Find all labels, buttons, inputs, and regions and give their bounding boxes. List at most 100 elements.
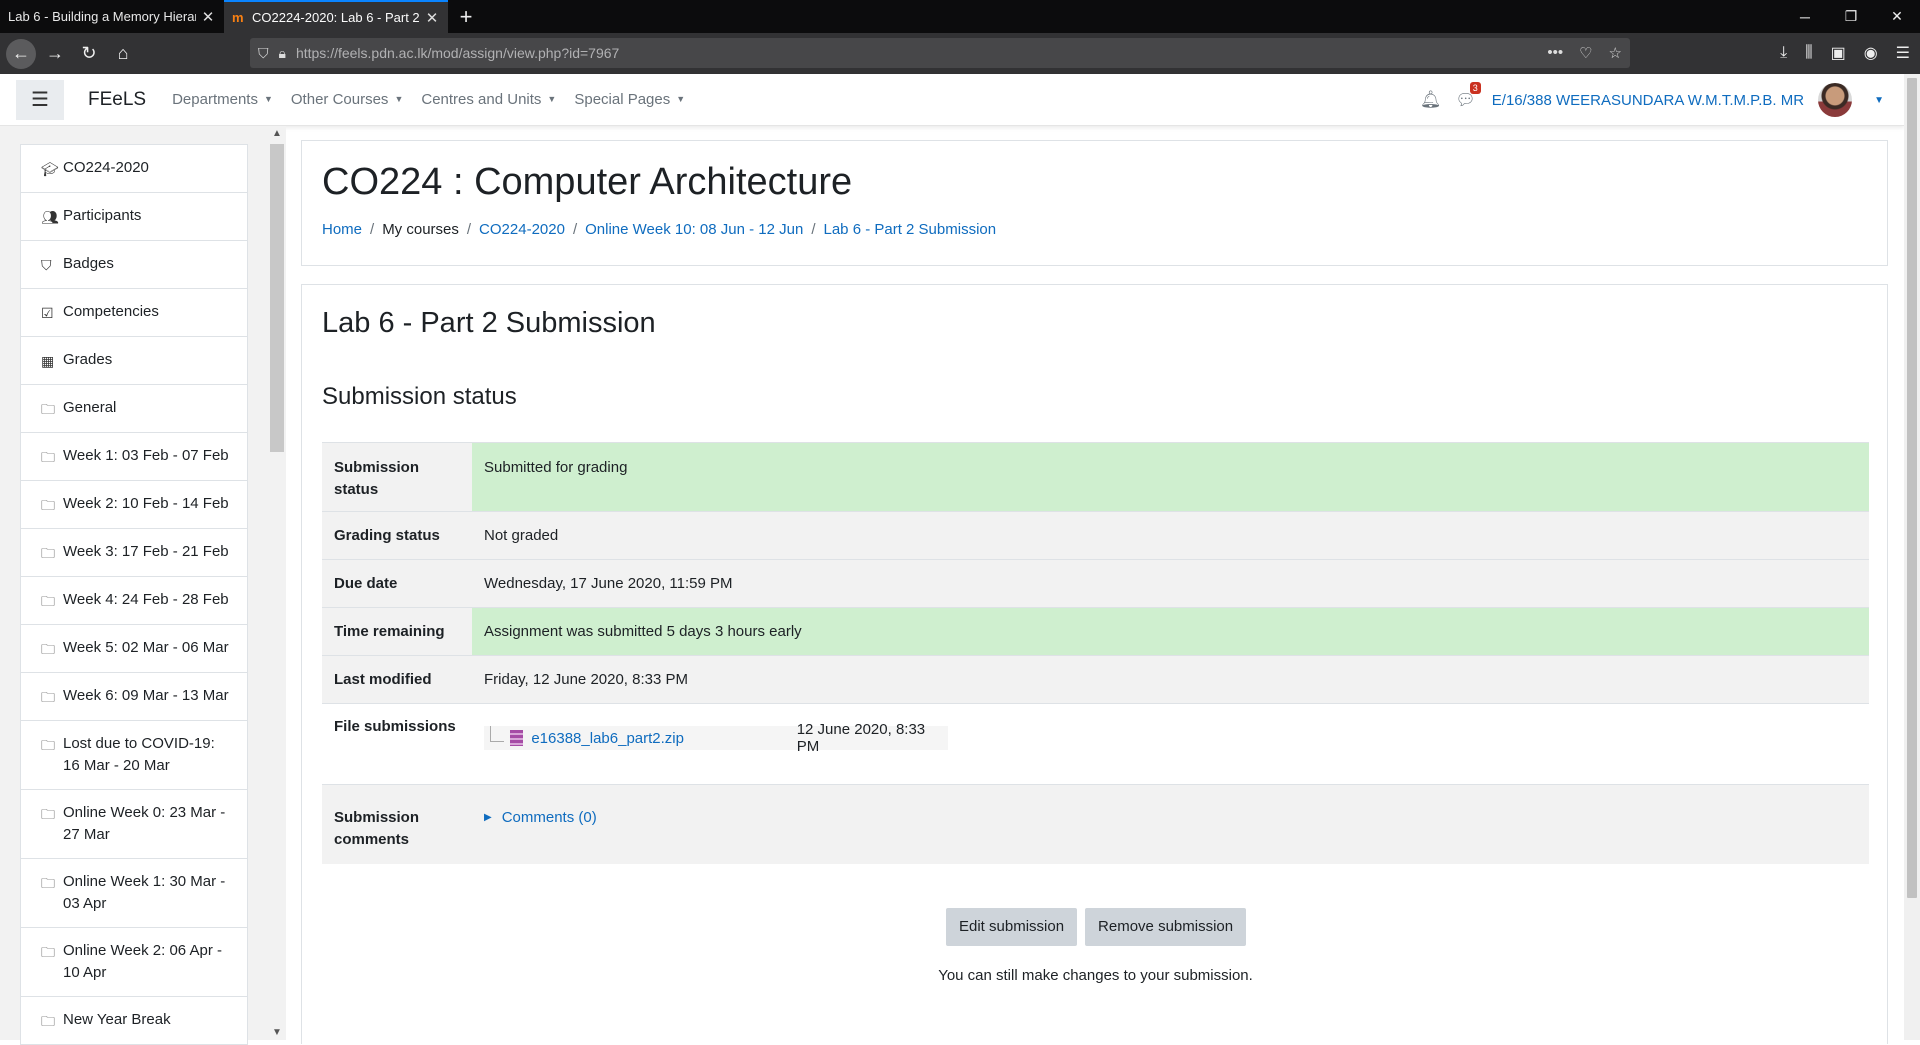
nav-item-label: Online Week 2: 06 Apr - 10 Apr bbox=[63, 942, 222, 981]
address-bar[interactable]: ⛉ 🔒︎ https://feels.pdn.ac.lk/mod/assign/… bbox=[250, 38, 1630, 68]
more-actions-icon[interactable]: ••• bbox=[1547, 44, 1563, 62]
site-brand[interactable]: FEeLS bbox=[88, 89, 146, 111]
pocket-icon[interactable]: ♡ bbox=[1579, 44, 1592, 62]
nav-item-badges[interactable]: ⛉ Badges bbox=[20, 241, 248, 289]
assignment-card: Lab 6 - Part 2 Submission Submission sta… bbox=[301, 284, 1888, 1044]
nav-item-section[interactable]: 🗀 Week 6: 09 Mar - 13 Mar bbox=[20, 673, 248, 721]
nav-item-section[interactable]: 🗀 Week 2: 10 Feb - 14 Feb bbox=[20, 481, 248, 529]
nav-item-label: Week 4: 24 Feb - 28 Feb bbox=[63, 591, 229, 608]
comments-toggle[interactable]: ▶ Comments (0) bbox=[484, 807, 1857, 829]
nav-item-section[interactable]: 🗀 General bbox=[20, 385, 248, 433]
account-icon[interactable]: ◉ bbox=[1864, 43, 1878, 63]
nav-item-section[interactable]: 🗀 Online Week 0: 23 Mar - 27 Mar bbox=[20, 790, 248, 859]
scroll-down-arrow-icon[interactable]: ▼ bbox=[272, 1027, 282, 1038]
app-menu-icon[interactable]: ☰ bbox=[1896, 43, 1910, 63]
back-arrow-icon[interactable]: ← bbox=[6, 38, 36, 69]
browser-tab-1[interactable]: Lab 6 - Building a Memory Hierarchy ✕ bbox=[0, 0, 224, 33]
breadcrumb-week[interactable]: Online Week 10: 08 Jun - 12 Jun bbox=[585, 221, 803, 238]
archive-file-icon bbox=[509, 730, 524, 746]
folder-icon: 🗀 bbox=[41, 1013, 55, 1029]
nav-item-section[interactable]: 🗀 Week 3: 17 Feb - 21 Feb bbox=[20, 529, 248, 577]
new-tab-button[interactable]: + bbox=[448, 0, 484, 33]
breadcrumb-course[interactable]: CO224-2020 bbox=[479, 221, 565, 238]
submission-status-heading: Submission status bbox=[322, 383, 517, 410]
nav-item-label: Week 2: 10 Feb - 14 Feb bbox=[63, 495, 229, 512]
breadcrumb-home[interactable]: Home bbox=[322, 221, 362, 238]
breadcrumb-separator: / bbox=[811, 221, 816, 238]
maximize-icon[interactable]: ❐ bbox=[1828, 8, 1874, 25]
file-date: 12 June 2020, 8:33 PM bbox=[796, 721, 926, 755]
breadcrumb-assignment[interactable]: Lab 6 - Part 2 Submission bbox=[824, 221, 997, 238]
nav-item-label: Participants bbox=[63, 207, 142, 224]
course-nav-list: 🎓︎ CO224-2020 👥︎ Participants ⛉ Badges ☑ Com… bbox=[20, 144, 248, 1045]
browser-tab-2[interactable]: m CO2224-2020: Lab 6 - Part 2 Submission… bbox=[224, 0, 448, 33]
menu-special-pages[interactable]: Special Pages ▼ bbox=[574, 91, 685, 108]
nav-item-label: Grades bbox=[63, 351, 113, 368]
scroll-up-arrow-icon[interactable]: ▲ bbox=[272, 128, 282, 139]
nav-item-label: CO224-2020 bbox=[63, 159, 149, 176]
url-text[interactable]: https://feels.pdn.ac.lk/mod/assign/view.… bbox=[296, 45, 1547, 61]
close-tab-icon[interactable]: ✕ bbox=[424, 9, 440, 27]
download-icon[interactable]: ⤓ bbox=[1780, 44, 1787, 62]
nav-item-section[interactable]: 🗀 New Year Break bbox=[20, 997, 248, 1045]
page-scrollbar-thumb[interactable] bbox=[1907, 78, 1917, 898]
reload-icon[interactable]: ↻ bbox=[74, 39, 104, 69]
user-name[interactable]: E/16/388 WEERASUNDARA W.M.T.M.P.B. MR bbox=[1492, 92, 1804, 109]
comments-link[interactable]: Comments (0) bbox=[502, 807, 597, 829]
nav-item-participants[interactable]: 👥︎ Participants bbox=[20, 193, 248, 241]
nav-item-section[interactable]: 🗀 Online Week 1: 30 Mar - 03 Apr bbox=[20, 859, 248, 928]
folder-icon: 🗀 bbox=[41, 593, 55, 609]
comments-cell: ▶ Comments (0) bbox=[472, 784, 1869, 864]
nav-item-section[interactable]: 🗀 Lost due to COVID-19: 16 Mar - 20 Mar bbox=[20, 721, 248, 790]
bookmark-star-icon[interactable]: ☆ bbox=[1609, 44, 1622, 62]
remove-submission-button[interactable]: Remove submission bbox=[1085, 908, 1247, 946]
close-window-icon[interactable]: ✕ bbox=[1874, 8, 1920, 25]
submission-status-table: Submission status Submitted for grading … bbox=[322, 442, 1869, 864]
page-scrollbar[interactable] bbox=[1904, 74, 1920, 1040]
sidebar-scrollbar-thumb[interactable] bbox=[270, 144, 284, 452]
submission-status-value: Submitted for grading bbox=[472, 442, 1869, 512]
nav-item-section[interactable]: 🗀 Week 1: 03 Feb - 07 Feb bbox=[20, 433, 248, 481]
row-label: Submission status bbox=[322, 442, 472, 512]
course-nav-drawer: 🎓︎ CO224-2020 👥︎ Participants ⛉ Badges ☑ Com… bbox=[0, 126, 286, 1045]
user-menu-caret-icon[interactable]: ▼ bbox=[1874, 95, 1884, 106]
nav-item-competencies[interactable]: ☑ Competencies bbox=[20, 289, 248, 337]
menu-other-courses[interactable]: Other Courses ▼ bbox=[291, 91, 403, 108]
sidebar-toggle-icon[interactable]: ▣ bbox=[1831, 43, 1846, 63]
messages-icon[interactable]: 💬︎ 3 bbox=[1455, 82, 1481, 110]
hamburger-menu-icon[interactable]: ☰ bbox=[16, 79, 64, 120]
shield-icon[interactable]: ⛉ bbox=[258, 45, 269, 62]
minimize-icon[interactable]: ─ bbox=[1782, 9, 1828, 25]
file-link[interactable]: e16388_lab6_part2.zip bbox=[531, 730, 796, 747]
nav-item-label: Week 1: 03 Feb - 07 Feb bbox=[63, 447, 229, 464]
browser-toolbar: ← → ↻ ⌂ ⛉ 🔒︎ https://feels.pdn.ac.lk/mod… bbox=[0, 33, 1920, 74]
folder-icon: 🗀 bbox=[41, 806, 55, 822]
breadcrumb-my-courses: My courses bbox=[382, 221, 459, 238]
row-label: Time remaining bbox=[322, 607, 472, 656]
sidebar-scrollbar[interactable]: ▲ ▼ bbox=[268, 126, 286, 1040]
forward-arrow-icon[interactable]: → bbox=[40, 39, 70, 69]
nav-item-label: Badges bbox=[63, 255, 114, 272]
nav-item-section[interactable]: 🗀 Week 4: 24 Feb - 28 Feb bbox=[20, 577, 248, 625]
avatar[interactable] bbox=[1818, 83, 1853, 117]
folder-icon: 🗀 bbox=[41, 944, 55, 960]
folder-icon: 🗀 bbox=[41, 449, 55, 465]
notification-bell-icon[interactable]: 🔔︎ bbox=[1420, 90, 1442, 110]
row-label: File submissions bbox=[322, 703, 472, 785]
nav-item-course[interactable]: 🎓︎ CO224-2020 bbox=[20, 144, 248, 193]
library-icon[interactable]: ⫼ bbox=[1805, 44, 1812, 62]
folder-icon: 🗀 bbox=[41, 401, 55, 417]
menu-departments[interactable]: Departments ▼ bbox=[172, 91, 273, 108]
menu-centres-units[interactable]: Centres and Units ▼ bbox=[421, 91, 556, 108]
nav-item-section[interactable]: 🗀 Online Week 2: 06 Apr - 10 Apr bbox=[20, 928, 248, 997]
site-header: ☰ FEeLS Departments ▼ Other Courses ▼ Cent… bbox=[0, 74, 1904, 126]
nav-item-section[interactable]: 🗀 Week 5: 02 Mar - 06 Mar bbox=[20, 625, 248, 673]
tree-branch bbox=[490, 726, 504, 742]
nav-item-grades[interactable]: ▦ Grades bbox=[20, 337, 248, 385]
lock-icon[interactable]: 🔒︎ bbox=[279, 45, 286, 62]
nav-item-label: Online Week 1: 30 Mar - 03 Apr bbox=[63, 873, 226, 912]
message-count-badge: 3 bbox=[1469, 82, 1481, 94]
close-tab-icon[interactable]: ✕ bbox=[200, 8, 216, 26]
home-icon[interactable]: ⌂ bbox=[108, 39, 138, 69]
edit-submission-button[interactable]: Edit submission bbox=[946, 908, 1078, 946]
